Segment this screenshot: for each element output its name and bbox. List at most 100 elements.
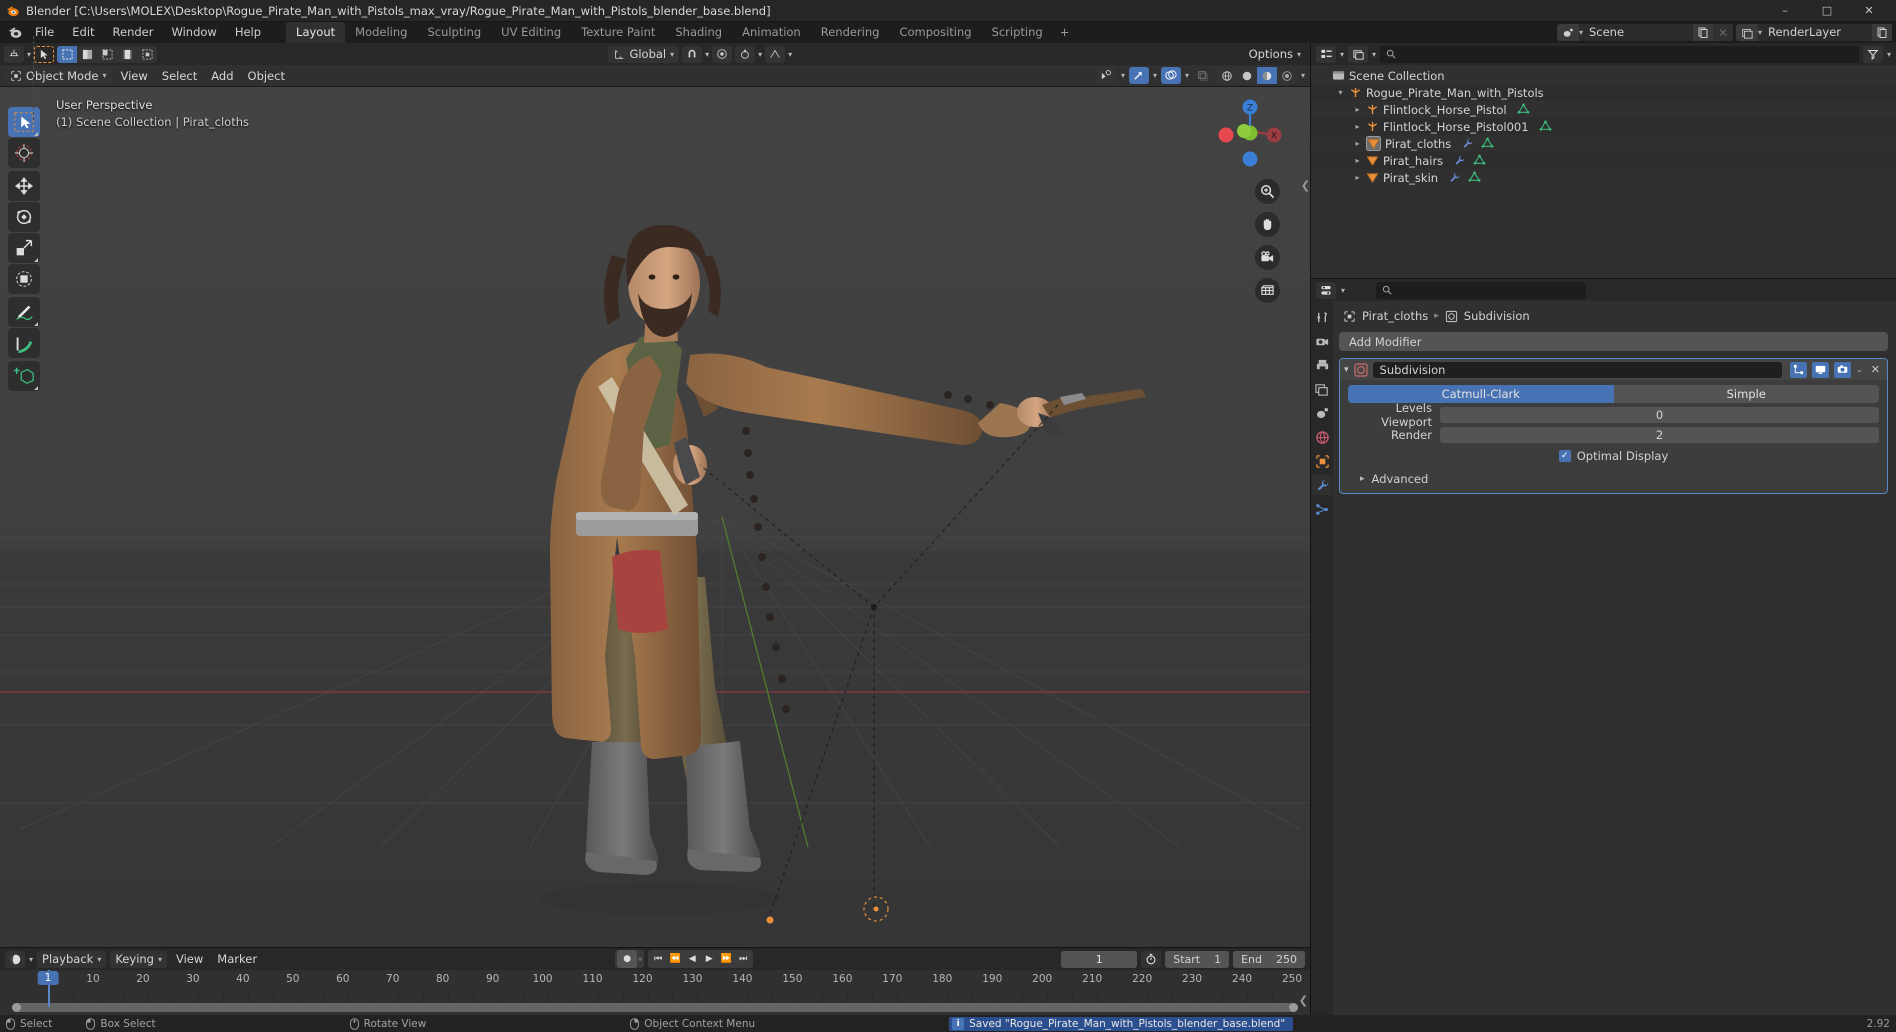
play-button[interactable]: ▶ [701, 950, 717, 968]
menu-window[interactable]: Window [162, 22, 225, 43]
select-subtract-icon[interactable] [97, 46, 117, 63]
tab-world-icon[interactable] [1312, 427, 1332, 447]
sidebar-collapse-arrow-icon[interactable]: ❮ [1301, 179, 1310, 192]
scene-name[interactable]: Scene [1582, 24, 1693, 41]
zoom-icon[interactable] [1255, 179, 1280, 204]
optimal-display-checkbox[interactable]: ✓ [1558, 450, 1571, 462]
tool-move[interactable] [8, 171, 40, 201]
viewport-options-dropdown[interactable]: Options ▾ [1244, 46, 1306, 63]
tab-particles-icon[interactable] [1312, 499, 1332, 519]
tool-annotate[interactable] [8, 297, 40, 327]
outliner-row-flintlock-horse-pistol[interactable]: ▸ Flintlock_Horse_Pistol [1311, 101, 1896, 118]
viewport-menu-select[interactable]: Select [157, 67, 202, 84]
scrollbar-right-knob[interactable] [1289, 1003, 1298, 1012]
select-intersect-icon[interactable] [137, 46, 157, 63]
close-button[interactable]: ✕ [1848, 0, 1890, 22]
tab-scene-icon[interactable] [1312, 403, 1332, 423]
levels-viewport-value[interactable]: 0 [1440, 406, 1879, 423]
modifier-render-toggle[interactable] [1834, 361, 1852, 378]
timeline-ruler[interactable]: 1102030405060708090100110120130140150160… [0, 970, 1310, 990]
menu-file[interactable]: File [26, 22, 63, 43]
timeline-menu-view[interactable]: View [171, 951, 208, 968]
visibility-selectability-icon[interactable] [1096, 67, 1117, 84]
modifier-icon[interactable] [1448, 171, 1461, 184]
viewport-menu-object[interactable]: Object [243, 67, 290, 84]
record-icon[interactable]: ● [617, 950, 638, 968]
outliner-row-rogue-pirate-man-with-pistols[interactable]: ▾ Rogue_Pirate_Man_with_Pistols [1311, 84, 1896, 101]
use-preview-range-icon[interactable] [1141, 950, 1162, 968]
outliner-search-input[interactable] [1380, 45, 1859, 63]
shading-mode-group[interactable] [1216, 67, 1297, 84]
select-extend-icon[interactable] [77, 46, 97, 63]
outliner-filter-icon[interactable] [1862, 45, 1883, 63]
select-tool-icon[interactable] [34, 45, 55, 63]
outliner-row-pirat-skin[interactable]: ▸ Pirat_skin [1311, 169, 1896, 186]
show-gizmo-icon[interactable] [1128, 67, 1149, 84]
scene-icon[interactable] [1556, 24, 1579, 41]
timeline-menu-marker[interactable]: Marker [212, 951, 262, 968]
tab-layout[interactable]: Layout [286, 22, 346, 43]
modifier-icon[interactable] [1461, 137, 1474, 150]
optimal-display-row[interactable]: ✓ Optimal Display [1348, 449, 1879, 463]
prev-keyframe-button[interactable]: ⏪ [667, 950, 683, 968]
timeline-track-area[interactable]: 1102030405060708090100110120130140150160… [0, 970, 1310, 1015]
timeline-current-frame-badge[interactable]: 1 [37, 971, 59, 985]
orthographic-toggle-icon[interactable] [1255, 278, 1280, 303]
wireframe-shading-icon[interactable] [1217, 67, 1237, 84]
disclosure-triangle-icon[interactable]: ▾ [1334, 88, 1347, 97]
blender-menu-icon[interactable] [4, 22, 26, 43]
status-report[interactable]: i Saved "Rogue_Pirate_Man_with_Pistols_b… [949, 1016, 1294, 1031]
render-levels-value[interactable]: 2 [1440, 426, 1879, 443]
jump-end-button[interactable]: ⏭ [735, 950, 751, 968]
option-simple[interactable]: Simple [1613, 385, 1879, 403]
tool-add-cube[interactable] [8, 361, 40, 391]
playback-transport[interactable]: ⏮ ⏪ ◀ ▶ ⏩ ⏭ [648, 950, 754, 968]
tool-rotate[interactable] [8, 202, 40, 232]
viewport-menu-add[interactable]: Add [206, 67, 238, 84]
breadcrumb-object-name[interactable]: Pirat_cloths [1362, 309, 1428, 323]
outliner-row-scene-collection[interactable]: Scene Collection [1311, 67, 1896, 84]
outliner-row-pirat-cloths[interactable]: ▸ Pirat_cloths [1311, 135, 1896, 152]
new-scene-icon[interactable] [1692, 24, 1713, 41]
advanced-section-toggle[interactable]: ▸ Advanced [1348, 472, 1879, 486]
modifier-remove-icon[interactable]: ✕ [1868, 363, 1883, 376]
mesh-data-icon[interactable] [1517, 103, 1530, 116]
mesh-data-icon[interactable] [1481, 137, 1494, 150]
tab-view-layer-icon[interactable] [1312, 379, 1332, 399]
material-preview-shading-icon[interactable] [1256, 67, 1277, 84]
view-layer-icon[interactable] [1735, 24, 1758, 41]
properties-editor-type-icon[interactable] [1316, 281, 1336, 299]
modifier-collapse-icon[interactable]: ▾ [1344, 365, 1349, 375]
minimize-button[interactable]: – [1764, 0, 1806, 22]
mode-selector[interactable]: Object Mode ▾ [5, 67, 112, 84]
mesh-data-icon[interactable] [1468, 171, 1481, 184]
view-layer-name[interactable]: RenderLayer [1762, 24, 1872, 41]
outliner-row-pirat-hairs[interactable]: ▸ Pirat_hairs [1311, 152, 1896, 169]
tab-uv-editing[interactable]: UV Editing [491, 22, 571, 43]
modifier-icon[interactable] [1453, 154, 1466, 167]
tab-modifier-icon[interactable] [1312, 475, 1332, 495]
timeline-menu-playback[interactable]: Playback ▾ [37, 950, 107, 968]
auto-keying-group[interactable]: ● ▾ [615, 950, 645, 968]
tool-transform[interactable] [8, 264, 40, 294]
menu-edit[interactable]: Edit [63, 22, 103, 43]
outliner-row-flintlock-horse-pistol001[interactable]: ▸ Flintlock_Horse_Pistol001 [1311, 118, 1896, 135]
new-view-layer-icon[interactable] [1872, 24, 1892, 41]
modifier-edit-mode-toggle[interactable] [1790, 361, 1808, 378]
select-set-icon[interactable] [57, 45, 78, 63]
timeline-scrollbar[interactable] [12, 1003, 1298, 1012]
modifier-extras-dropdown-icon[interactable]: ⌄ [1856, 365, 1863, 374]
disclosure-triangle-icon[interactable]: ▸ [1351, 156, 1364, 165]
tab-render-icon[interactable] [1312, 331, 1332, 351]
3d-viewport[interactable]: User Perspective (1) Scene Collection | … [0, 87, 1310, 947]
tab-modeling[interactable]: Modeling [345, 22, 417, 43]
editor-type-icon[interactable] [5, 950, 25, 968]
transform-orientation-dropdown[interactable]: Global ▾ [608, 45, 680, 63]
frame-start-field[interactable]: Start 1 [1165, 950, 1230, 968]
modifier-name-field[interactable]: Subdivision [1372, 361, 1783, 378]
scene-selector[interactable]: ▾ Scene ✕ [1556, 24, 1733, 41]
proportional-curve-icon[interactable] [765, 45, 786, 63]
play-reverse-button[interactable]: ◀ [684, 950, 700, 968]
tool-scale[interactable] [8, 233, 40, 263]
select-invert-icon[interactable] [117, 46, 137, 63]
